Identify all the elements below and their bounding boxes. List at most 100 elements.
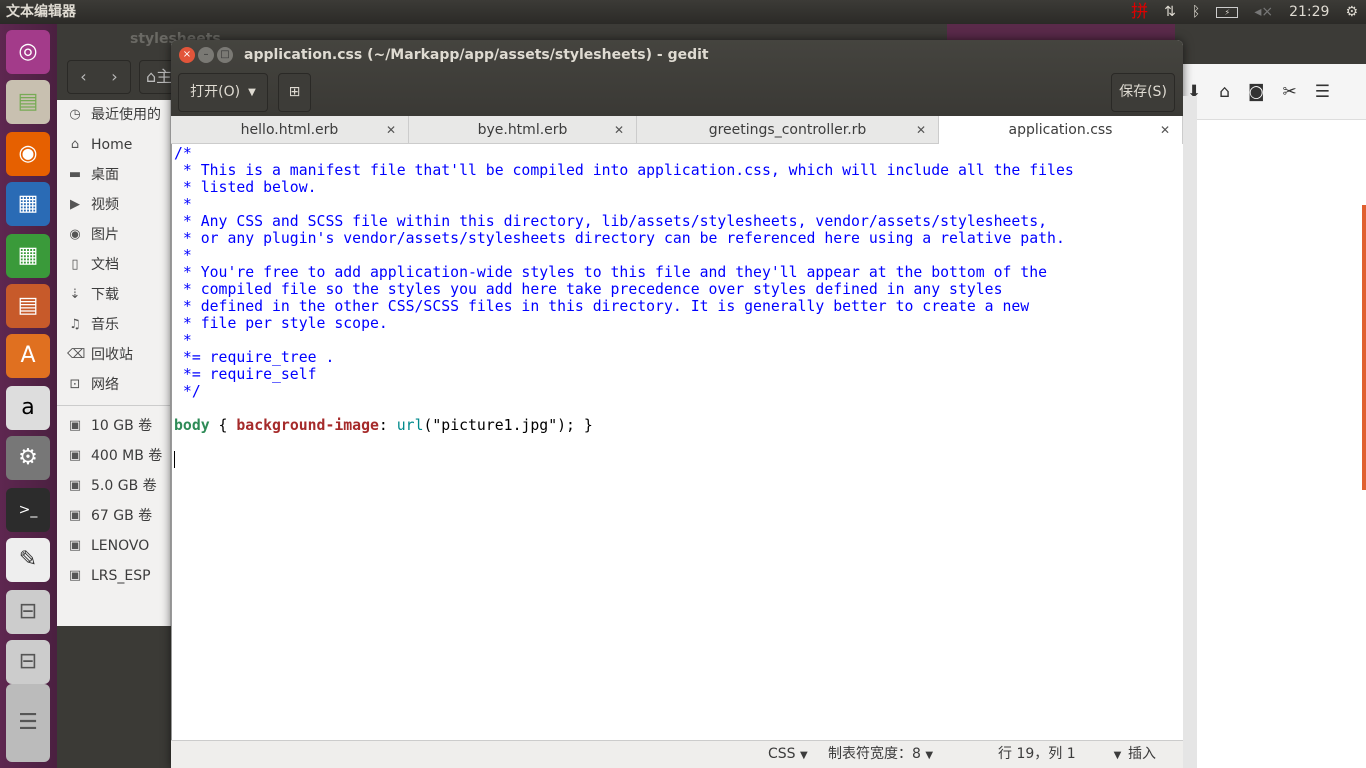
files-icon[interactable]: ▤ xyxy=(6,80,50,124)
cursor-position[interactable]: 行 19，列 1 ▼ xyxy=(998,745,1121,763)
places-sidebar: ◷ 最近使用的 ⌂ Home ▬ 桌面 ▶ 视频 ◉ 图片 ▯ 文档 ⇣ 下载 ♫ 音乐 ⌫ 回收站 ⊡ 网络 ▣ 10 … xyxy=(57,100,171,626)
sidebar-item[interactable]: ▣ 5.0 GB 卷 xyxy=(57,471,170,501)
clock[interactable]: 21:29 xyxy=(1289,0,1329,24)
drive-icon[interactable]: ⊟ xyxy=(6,640,50,684)
gedit-scrollbar[interactable] xyxy=(1183,96,1197,768)
new-tab-button[interactable]: ⊞ xyxy=(278,73,311,112)
close-tab-icon[interactable]: ✕ xyxy=(916,116,926,144)
text-editor-icon[interactable]: ✎ xyxy=(6,538,50,582)
battery-icon[interactable]: ⚡ xyxy=(1216,0,1239,24)
scrollbar-thumb[interactable] xyxy=(1362,205,1366,490)
firefox-window: ⬇ ⌂ ◙ ✂ ☰ xyxy=(1175,24,1366,768)
close-tab-icon[interactable]: ✕ xyxy=(1160,116,1170,144)
calc-icon[interactable]: ▦ xyxy=(6,234,50,278)
sidebar-item-label: 下载 xyxy=(91,287,119,303)
close-tab-icon[interactable]: ✕ xyxy=(386,116,396,144)
text-editor-area[interactable]: /* * This is a manifest file that'll be … xyxy=(171,144,1183,740)
sidebar-item[interactable]: ◷ 最近使用的 xyxy=(57,100,170,130)
sidebar-item[interactable]: ▣ 400 MB 卷 xyxy=(57,441,170,471)
chevron-down-icon: ▼ xyxy=(248,87,256,98)
open-label: 打开(O) xyxy=(190,84,241,100)
settings-icon[interactable]: ⚙ xyxy=(6,436,50,480)
tab-hello-html-erb[interactable]: hello.html.erb ✕ xyxy=(171,116,409,144)
volume-muted-icon[interactable]: ◂× xyxy=(1254,0,1273,24)
drive-icon: ▣ xyxy=(68,478,82,493)
insert-mode[interactable]: 插入 xyxy=(1128,745,1156,763)
input-method-indicator[interactable]: 拼 xyxy=(1131,0,1148,24)
open-button[interactable]: 打开(O) ▼ xyxy=(178,73,268,112)
tab-bye-html-erb[interactable]: bye.html.erb ✕ xyxy=(409,116,637,144)
window-title: application.css (~/Markapp/app/assets/st… xyxy=(244,47,709,63)
language-label: CSS xyxy=(768,746,796,762)
sidebar-item[interactable]: ▯ 文档 xyxy=(57,250,170,280)
maximize-button[interactable]: □ xyxy=(217,47,233,63)
sidebar-item-label: 桌面 xyxy=(91,167,119,183)
software-center-icon[interactable]: A xyxy=(6,334,50,378)
sidebar-item-label: 最近使用的 xyxy=(91,107,161,123)
sidebar-item-label: 400 MB 卷 xyxy=(91,448,163,464)
home-icon: ⌂ xyxy=(70,137,80,152)
sidebar-item[interactable]: ▶ 视频 xyxy=(57,190,170,220)
language-selector[interactable]: CSS ▼ xyxy=(768,745,808,763)
code-colon: : xyxy=(378,417,397,434)
sidebar-item[interactable]: ▬ 桌面 xyxy=(57,160,170,190)
text-cursor xyxy=(174,451,184,468)
power-gear-icon[interactable]: ⚙ xyxy=(1345,0,1358,24)
impress-icon[interactable]: ▤ xyxy=(6,284,50,328)
sidebar-item-label: 5.0 GB 卷 xyxy=(91,478,157,494)
sidebar-item[interactable]: ⌫ 回收站 xyxy=(57,340,170,370)
code-brace: { xyxy=(209,417,237,434)
tab-application-css[interactable]: application.css ✕ xyxy=(939,116,1183,144)
sidebar-item[interactable]: ♫ 音乐 xyxy=(57,310,170,340)
sidebar-item[interactable]: ◉ 图片 xyxy=(57,220,170,250)
music-icon: ♫ xyxy=(69,317,81,332)
app-title: 文本编辑器 xyxy=(6,4,76,20)
sidebar-item[interactable]: ▣ LRS_ESP xyxy=(57,561,170,591)
cursor-position-label: 行 19，列 1 xyxy=(998,746,1076,762)
gedit-window: × – □ application.css (~/Markapp/app/ass… xyxy=(171,40,1183,768)
drive-icon: ▣ xyxy=(68,418,82,433)
sidebar-item[interactable]: ⊡ 网络 xyxy=(57,370,170,400)
desktop: 文本编辑器 拼 ⇅ ᛒ ⚡ ◂× 21:29 ⚙ ◎ ▤ ◉ ▦ ▦ ▤ A a… xyxy=(0,0,1366,768)
writer-icon[interactable]: ▦ xyxy=(6,182,50,226)
camera-icon: ◉ xyxy=(69,227,81,242)
sidebar-item-label: 图片 xyxy=(91,227,119,243)
code-property: background-image xyxy=(236,417,379,434)
drive-icon[interactable]: ⊟ xyxy=(6,590,50,634)
tab-greetings-controller-rb[interactable]: greetings_controller.rb ✕ xyxy=(637,116,939,144)
sidebar-item-label: 回收站 xyxy=(91,347,133,363)
back-button[interactable]: ‹ xyxy=(80,61,86,93)
document-icon: ▯ xyxy=(71,257,79,272)
drive-icon: ▣ xyxy=(68,538,82,553)
home-icon[interactable]: ⌂ xyxy=(1219,64,1230,120)
launcher: ◎ ▤ ◉ ▦ ▦ ▤ A a ⚙ >_ ✎ ⊟ ⊟ ☰ xyxy=(0,24,57,768)
sidebar-item[interactable]: ⌂ Home xyxy=(57,130,170,160)
close-button[interactable]: × xyxy=(179,47,195,63)
terminal-icon[interactable]: >_ xyxy=(6,488,50,532)
sidebar-item[interactable]: ▣ 67 GB 卷 xyxy=(57,501,170,531)
video-icon: ▶ xyxy=(70,197,80,212)
sidebar-item-label: Home xyxy=(91,137,133,153)
close-tab-icon[interactable]: ✕ xyxy=(614,116,624,144)
code-selector: body xyxy=(174,417,210,434)
drive-stack-icon[interactable]: ☰ xyxy=(6,684,50,762)
tab-width-selector[interactable]: 制表符宽度：8 ▼ xyxy=(828,745,933,763)
pocket-icon[interactable]: ◙ xyxy=(1248,64,1265,120)
chevron-down-icon: ▼ xyxy=(800,750,808,761)
network-icon[interactable]: ⇅ xyxy=(1164,0,1176,24)
save-button[interactable]: 保存(S) xyxy=(1111,73,1175,112)
drive-icon: ▣ xyxy=(68,568,82,583)
minimize-button[interactable]: – xyxy=(198,47,214,63)
menu-icon[interactable]: ☰ xyxy=(1315,64,1330,120)
forward-button[interactable]: › xyxy=(111,61,117,93)
sidebar-item[interactable]: ⇣ 下载 xyxy=(57,280,170,310)
screenshot-icon[interactable]: ✂ xyxy=(1283,64,1297,120)
top-panel: 文本编辑器 拼 ⇅ ᛒ ⚡ ◂× 21:29 ⚙ xyxy=(0,0,1366,24)
drive-icon: ▣ xyxy=(68,508,82,523)
sidebar-item[interactable]: ▣ 10 GB 卷 xyxy=(57,411,170,441)
sidebar-item[interactable]: ▣ LENOVO xyxy=(57,531,170,561)
bluetooth-icon[interactable]: ᛒ xyxy=(1192,0,1200,24)
amazon-icon[interactable]: a xyxy=(6,386,50,430)
firefox-icon[interactable]: ◉ xyxy=(6,132,50,176)
ubuntu-dash-icon[interactable]: ◎ xyxy=(6,30,50,74)
